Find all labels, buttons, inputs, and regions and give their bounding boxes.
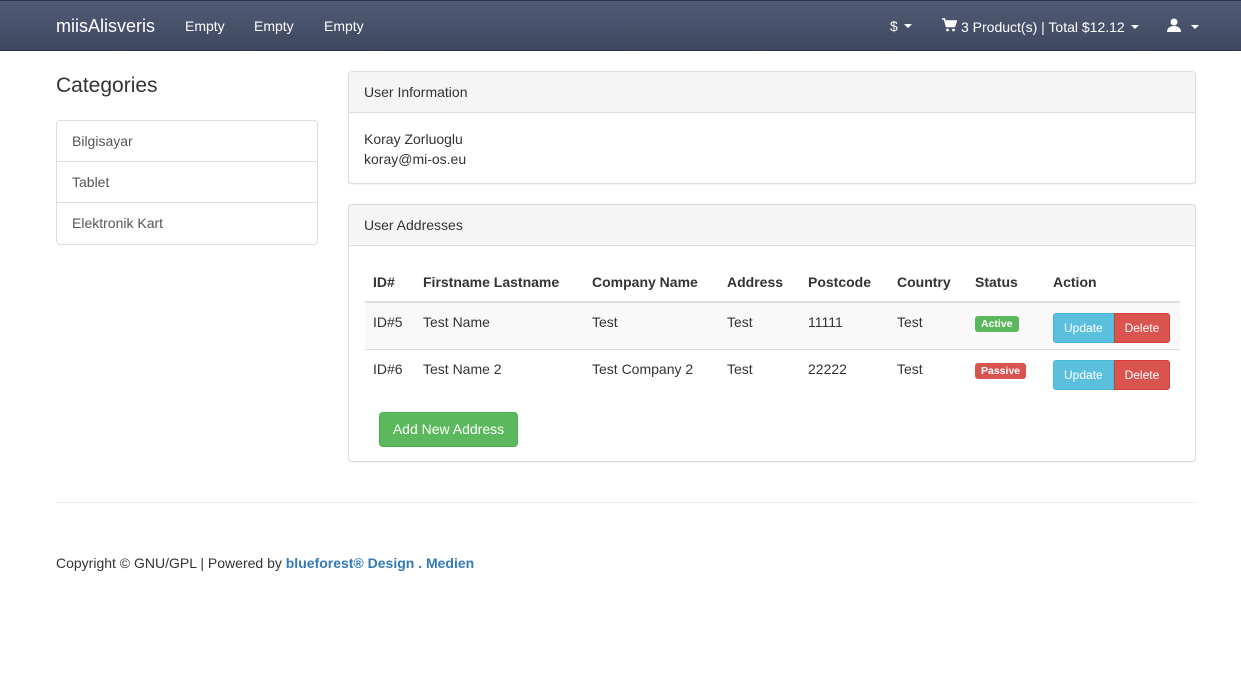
category-item-bilgisayar[interactable]: Bilgisayar — [57, 121, 317, 162]
cell-status: Passive — [967, 348, 1045, 396]
table-header-row: ID# Firstname Lastname Company Name Addr… — [365, 262, 1180, 303]
nav-link-1[interactable]: Empty — [185, 18, 225, 34]
cell-id: ID#5 — [365, 301, 415, 349]
col-name: Firstname Lastname — [415, 262, 584, 303]
user-addresses-heading: User Addresses — [349, 205, 1195, 246]
top-navbar: miisAlisveris Empty Empty Empty $ 3 Prod… — [0, 0, 1241, 51]
col-company: Company Name — [584, 262, 719, 303]
cell-status: Active — [967, 301, 1045, 349]
col-country: Country — [889, 262, 967, 303]
chevron-down-icon — [1130, 24, 1139, 29]
user-email: koray@mi-os.eu — [364, 151, 467, 167]
cell-postcode: 22222 — [800, 348, 889, 396]
brand-logo[interactable]: miisAlisveris — [56, 16, 155, 37]
cart-summary: 3 Product(s) | Total $12.12 — [961, 18, 1125, 35]
update-button[interactable]: Update — [1053, 359, 1114, 390]
chevron-down-icon — [1191, 24, 1199, 29]
chevron-down-icon — [903, 24, 912, 28]
delete-button[interactable]: Delete — [1113, 359, 1171, 390]
user-addresses-panel: User Addresses ID# Firstname Lastname Co… — [348, 204, 1196, 462]
col-action: Action — [1045, 262, 1180, 303]
delete-button[interactable]: Delete — [1113, 313, 1171, 343]
status-badge-active: Active — [975, 316, 1019, 332]
currency-label: $ — [890, 18, 898, 34]
nav-link-3[interactable]: Empty — [324, 18, 364, 34]
cell-country: Test — [889, 301, 967, 349]
addresses-table: ID# Firstname Lastname Company Name Addr… — [365, 262, 1180, 396]
cell-address: Test — [719, 301, 800, 349]
currency-dropdown[interactable]: $ — [890, 18, 912, 34]
cell-id: ID#6 — [365, 348, 415, 396]
category-item-tablet[interactable]: Tablet — [57, 162, 317, 203]
footer-link[interactable]: blueforest® Design . Medien — [286, 555, 474, 571]
table-row: ID#5 Test Name Test Test 11111 Test Acti… — [365, 301, 1180, 349]
cell-country: Test — [889, 348, 967, 396]
add-new-address-button[interactable]: Add New Address — [379, 412, 518, 447]
update-button[interactable]: Update — [1053, 313, 1114, 343]
footer-text: Copyright © GNU/GPL | Powered by — [56, 555, 282, 571]
col-id: ID# — [365, 262, 415, 303]
user-name: Koray Zorluoglu — [364, 131, 463, 147]
user-information-heading: User Information — [349, 72, 1195, 113]
user-information-panel: User Information Koray Zorluoglu koray@m… — [348, 71, 1196, 184]
nav-link-2[interactable]: Empty — [254, 18, 294, 34]
cell-action: Update Delete — [1045, 348, 1180, 396]
category-item-elektronik-kart[interactable]: Elektronik Kart — [57, 203, 317, 244]
cell-postcode: 11111 — [800, 301, 889, 349]
category-list: Bilgisayar Tablet Elektronik Kart — [56, 120, 318, 245]
col-postcode: Postcode — [800, 262, 889, 303]
cell-address: Test — [719, 348, 800, 396]
footer: Copyright © GNU/GPL | Powered by bluefor… — [56, 555, 474, 571]
user-dropdown[interactable] — [1167, 18, 1199, 35]
cell-company: Test Company 2 — [584, 348, 719, 396]
table-row: ID#6 Test Name 2 Test Company 2 Test 222… — [365, 348, 1180, 396]
cell-name: Test Name — [415, 301, 584, 349]
cell-action: Update Delete — [1045, 301, 1180, 349]
cell-name: Test Name 2 — [415, 348, 584, 396]
shopping-cart-icon — [942, 18, 958, 35]
footer-divider — [56, 502, 1196, 503]
col-status: Status — [967, 262, 1045, 303]
cart-dropdown[interactable]: 3 Product(s) | Total $12.12 — [942, 18, 1139, 35]
user-icon — [1167, 18, 1181, 35]
cell-company: Test — [584, 301, 719, 349]
categories-title: Categories — [56, 74, 158, 97]
status-badge-passive: Passive — [975, 362, 1027, 379]
col-address: Address — [719, 262, 800, 303]
